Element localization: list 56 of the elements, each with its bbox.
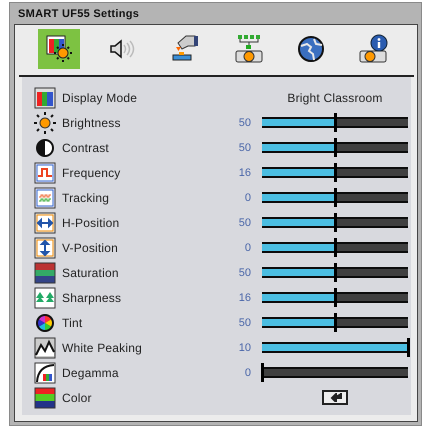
setting-label[interactable]: Tracking xyxy=(62,190,221,204)
setting-value: 16 xyxy=(238,166,251,178)
setting-label[interactable]: White Peaking xyxy=(62,340,221,354)
slider-thumb[interactable] xyxy=(334,288,337,307)
setting-label[interactable]: Contrast xyxy=(62,140,221,154)
color-bars-icon xyxy=(34,386,56,408)
slider-thumb[interactable] xyxy=(261,363,264,382)
slider-thumb[interactable] xyxy=(334,163,337,182)
setting-value[interactable]: Bright Classroom xyxy=(262,90,408,104)
setting-value: 0 xyxy=(244,366,251,378)
vertical-arrows-icon xyxy=(34,236,56,258)
color-wheel-icon xyxy=(34,312,56,334)
trees-icon xyxy=(34,286,56,308)
horizontal-arrows-icon xyxy=(34,212,56,234)
slider-thumb[interactable] xyxy=(334,213,337,232)
peak-curve-icon xyxy=(34,336,56,358)
slider-thumb[interactable] xyxy=(334,313,337,332)
picture-settings-icon xyxy=(44,34,74,64)
setting-value: 50 xyxy=(238,216,251,228)
setting-label[interactable]: H-Position xyxy=(62,216,221,230)
setting-label[interactable]: Color xyxy=(62,390,221,404)
setting-label[interactable]: Tint xyxy=(62,316,221,330)
tracking-icon xyxy=(34,186,56,208)
enter-button[interactable] xyxy=(322,390,348,405)
setting-label[interactable]: V-Position xyxy=(62,240,221,254)
setting-value: 16 xyxy=(238,292,251,304)
setting-value: 0 xyxy=(244,192,251,204)
setting-value: 0 xyxy=(244,242,251,254)
setting-label[interactable]: Brightness xyxy=(62,116,221,130)
setting-value: 10 xyxy=(238,342,251,354)
speaker-icon xyxy=(108,37,136,61)
info-projector-icon xyxy=(358,33,390,65)
setting-label[interactable]: Saturation xyxy=(62,266,221,280)
slider-thumb[interactable] xyxy=(334,263,337,282)
square-wave-icon xyxy=(34,162,56,184)
slider-thumb[interactable] xyxy=(334,113,337,132)
menu-tab[interactable] xyxy=(38,29,80,69)
setting-value: 50 xyxy=(238,266,251,278)
window-title: SMART UF55 Settings xyxy=(17,7,140,22)
setting-label[interactable]: Degamma xyxy=(62,366,221,380)
setting-value: 50 xyxy=(238,316,251,328)
setting-label[interactable]: Sharpness xyxy=(62,290,221,304)
setting-label[interactable]: Frequency xyxy=(62,166,221,180)
slider-thumb[interactable] xyxy=(334,138,337,157)
setting-value: 50 xyxy=(238,116,251,128)
slider-thumb[interactable] xyxy=(334,188,337,207)
slider-thumb[interactable] xyxy=(334,238,337,257)
setting-label[interactable]: Display Mode xyxy=(62,90,221,104)
contrast-icon xyxy=(34,136,56,158)
globe-icon xyxy=(296,34,326,64)
setting-value: 50 xyxy=(238,142,251,154)
slider-thumb[interactable] xyxy=(407,338,410,357)
saturation-icon xyxy=(34,262,56,284)
display-mode-icon xyxy=(34,86,56,108)
brightness-icon xyxy=(34,112,56,134)
gamma-curve-icon xyxy=(34,362,56,384)
